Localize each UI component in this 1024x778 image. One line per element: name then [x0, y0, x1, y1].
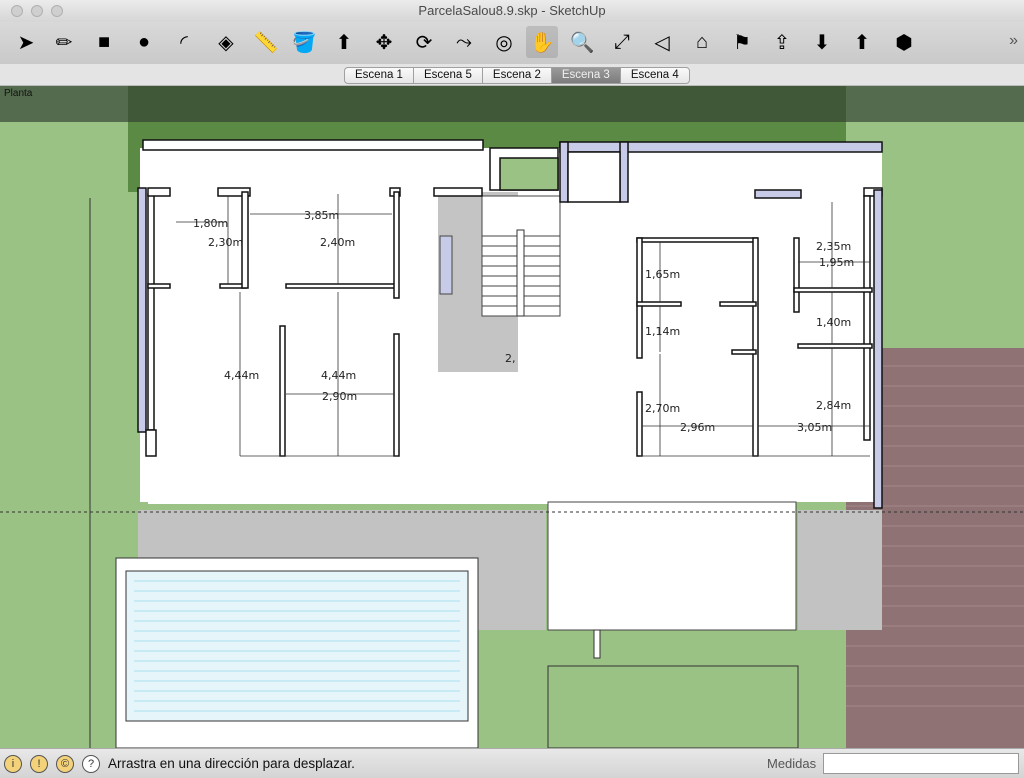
eraser-tool-icon[interactable]: ◈: [210, 26, 242, 58]
dimension-label: 2,: [505, 352, 516, 365]
dimension-label: 1,95m: [819, 256, 854, 269]
move-tool-icon[interactable]: ✥: [368, 26, 400, 58]
dimension-label: 1,80m: [193, 217, 228, 230]
dimension-label: 3,85m: [304, 209, 339, 222]
status-message: Arrastra en una dirección para desplazar…: [108, 756, 355, 771]
get-models-icon[interactable]: ⬇: [806, 26, 838, 58]
tape-measure-icon[interactable]: 📏: [250, 26, 282, 58]
scene-label: Planta: [4, 88, 33, 99]
share-component-icon[interactable]: ⬆: [846, 26, 878, 58]
share-model-icon[interactable]: ⇪: [766, 26, 798, 58]
dimension-label: 2,90m: [322, 390, 357, 403]
push-pull-icon[interactable]: ⬆: [328, 26, 360, 58]
scene-tab[interactable]: Escena 2: [481, 67, 551, 84]
dimension-label: 2,35m: [816, 240, 851, 253]
pencil-tool-icon[interactable]: ✏: [48, 26, 80, 58]
window-title: ParcelaSalou8.9.skp - SketchUp: [418, 3, 606, 18]
dimension-label: 2,84m: [816, 399, 851, 412]
extension-warehouse-icon[interactable]: ⬢: [888, 26, 920, 58]
add-location-icon[interactable]: ⚑: [726, 26, 758, 58]
main-toolbar: » ➤ ✏ ■ ● ◜ ◈ 📏 🪣 ⬆ ✥ ⟳ ⤳ ◎ ✋ 🔍 ⤢ ◁ ⌂ ⚑ ⇪ ⬇ ⬆ ⬢: [0, 22, 1024, 64]
zoom-window-button[interactable]: [51, 5, 63, 17]
dimension-label: 1,40m: [816, 316, 851, 329]
dimension-label: 2,40m: [320, 236, 355, 249]
toolbar-overflow-button[interactable]: »: [1009, 32, 1018, 50]
sketchup-window: ParcelaSalou8.9.skp - SketchUp » ➤ ✏ ■ ● ◜ ◈ 📏…: [0, 0, 1024, 778]
paint-bucket-icon[interactable]: 🪣: [288, 26, 320, 58]
scene-tabs: Escena 1 Escena 5 Escena 2 Escena 3 Escena 4: [344, 67, 690, 84]
pan-tool-icon[interactable]: ✋: [526, 26, 558, 58]
close-window-button[interactable]: [11, 5, 23, 17]
dimension-label: 4,44m: [224, 369, 259, 382]
arc-tool-icon[interactable]: ◜: [168, 26, 200, 58]
dimension-label: 2,70m: [645, 402, 680, 415]
orbit-tool-icon[interactable]: ◎: [488, 26, 520, 58]
credits-icon[interactable]: !: [30, 755, 48, 773]
zoom-extents-icon[interactable]: ⤢: [606, 26, 638, 58]
measurements-label: Medidas: [767, 756, 817, 771]
zoom-tool-icon[interactable]: 🔍: [566, 26, 598, 58]
status-bar: i ! © ? Arrastra en una dirección para d…: [0, 748, 1024, 778]
floor-plan-drawing: 1,80m 3,85m 2,30m 2,40m 4,44m 4,44m 2,90m 2,35m…: [0, 86, 1024, 748]
select-tool-icon[interactable]: ➤: [10, 26, 42, 58]
circle-tool-icon[interactable]: ●: [128, 26, 160, 58]
license-icon[interactable]: ©: [56, 755, 74, 773]
measurements-input[interactable]: [823, 753, 1019, 774]
minimize-window-button[interactable]: [31, 5, 43, 17]
scene-tab[interactable]: Escena 1: [344, 67, 413, 84]
rectangle-tool-icon[interactable]: ■: [88, 26, 120, 58]
scene-tab[interactable]: Escena 3: [550, 67, 620, 84]
dimension-label: 2,96m: [680, 421, 715, 434]
title-bar: ParcelaSalou8.9.skp - SketchUp: [0, 0, 1024, 22]
dimension-label: 4,44m: [321, 369, 356, 382]
drawing-viewport[interactable]: 1,80m 3,85m 2,30m 2,40m 4,44m 4,44m 2,90m 2,35m…: [0, 86, 1024, 748]
dimension-label: 1,14m: [645, 325, 680, 338]
follow-me-icon[interactable]: ⤳: [448, 26, 480, 58]
scene-tabs-bar: Escena 1 Escena 5 Escena 2 Escena 3 Escena 4: [0, 64, 1024, 86]
scene-tab[interactable]: Escena 4: [619, 67, 690, 84]
dimension-label: 2,30m: [208, 236, 243, 249]
scene-tab[interactable]: Escena 5: [412, 67, 482, 84]
rotate-tool-icon[interactable]: ⟳: [408, 26, 440, 58]
dimension-label: 3,05m: [797, 421, 832, 434]
geolocation-icon[interactable]: i: [4, 755, 22, 773]
warehouse-icon[interactable]: ⌂: [686, 26, 718, 58]
help-icon[interactable]: ?: [82, 755, 100, 773]
dimension-label: 1,65m: [645, 268, 680, 281]
previous-view-icon[interactable]: ◁: [646, 26, 678, 58]
